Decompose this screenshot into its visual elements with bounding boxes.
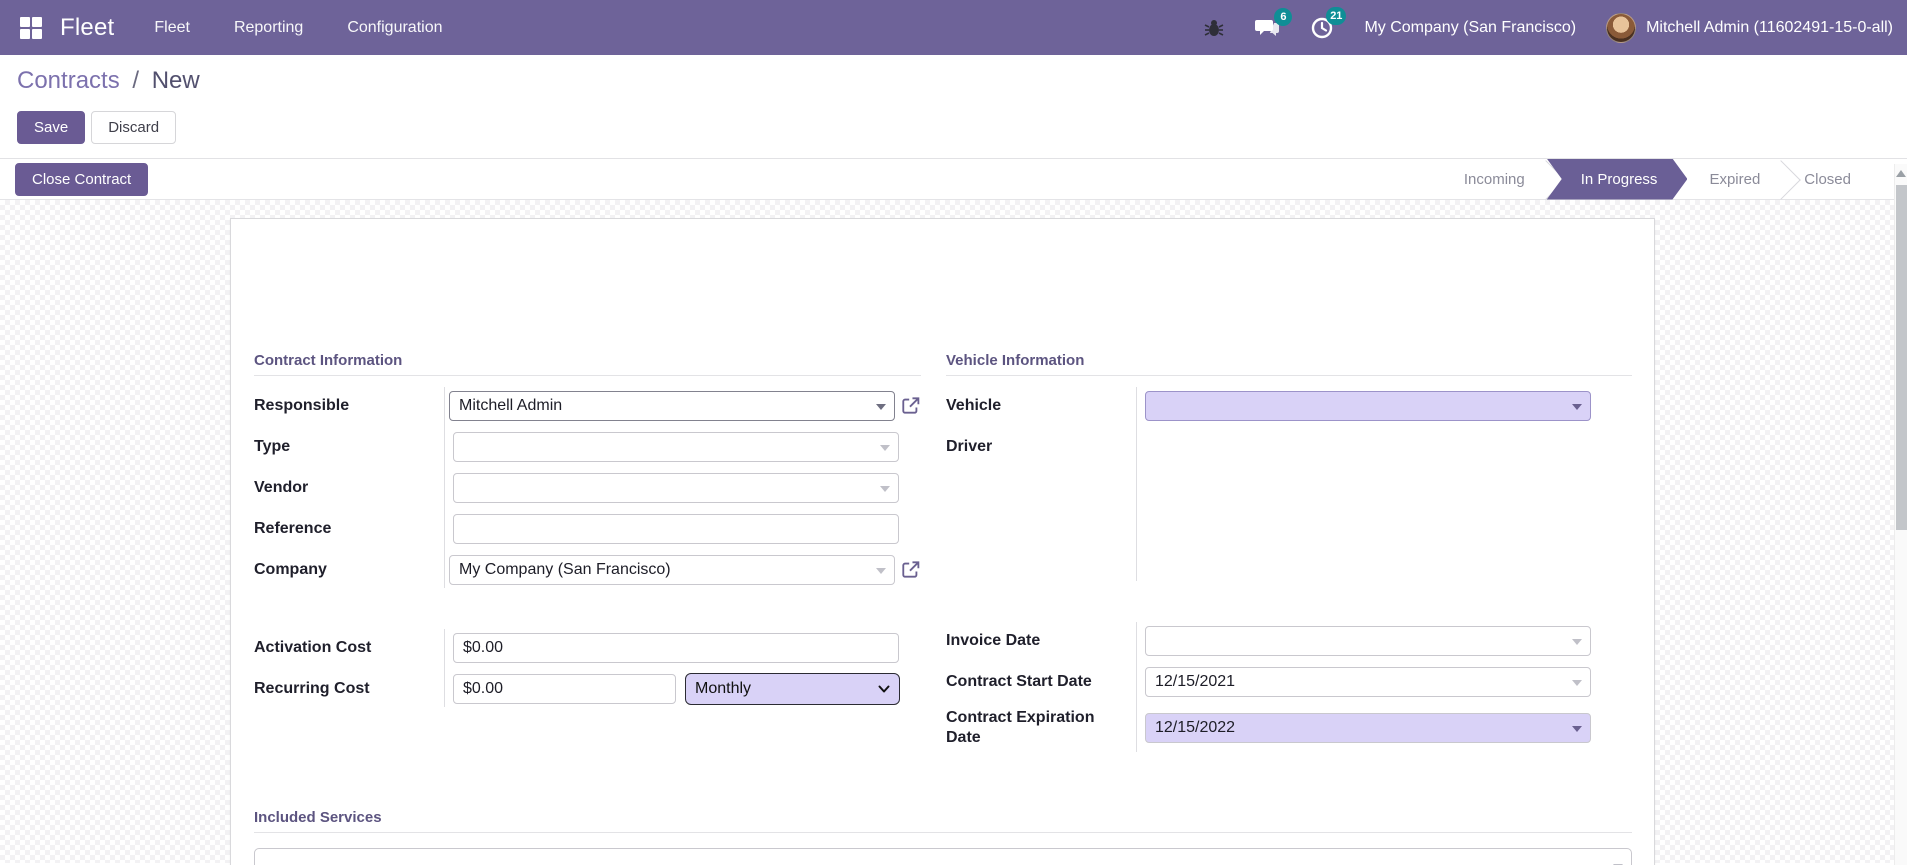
reference-input[interactable]	[453, 513, 899, 544]
scrollbar-up-arrow-icon[interactable]	[1896, 170, 1906, 177]
included-services-section: Included Services	[254, 809, 1632, 865]
messages-icon[interactable]: 6	[1254, 7, 1293, 39]
breadcrumb-separator: /	[132, 67, 140, 94]
field-label-recurring-cost: Recurring Cost	[254, 679, 370, 697]
invoice-date-input[interactable]	[1145, 625, 1591, 656]
status-step-in-progress[interactable]: In Progress	[1547, 159, 1688, 200]
field-label-vendor: Vendor	[254, 478, 309, 496]
breadcrumb: Contracts / New	[17, 67, 1891, 95]
field-row-responsible: Responsible	[254, 385, 921, 426]
field-label-company: Company	[254, 560, 327, 578]
company-switcher[interactable]: My Company (San Francisco)	[1364, 19, 1576, 37]
recurring-cost-input[interactable]	[453, 673, 676, 704]
vendor-input[interactable]	[453, 472, 899, 503]
field-row-contract-expiration-date: Contract Expiration Date	[946, 702, 1632, 754]
save-button[interactable]: Save	[17, 111, 86, 144]
activation-cost-input[interactable]	[453, 632, 899, 663]
field-row-driver: Driver	[946, 426, 1632, 467]
debug-bug-icon[interactable]	[1204, 18, 1224, 38]
field-label-contract-start-date: Contract Start Date	[946, 672, 1092, 690]
form-statusbar: Close Contract Incoming In Progress Expi…	[0, 158, 1907, 200]
field-label-driver: Driver	[946, 437, 993, 455]
app-title[interactable]: Fleet	[60, 14, 114, 42]
responsible-external-link-icon[interactable]	[900, 395, 921, 416]
contract-expiration-date-input[interactable]	[1145, 713, 1591, 743]
field-row-recurring-cost: Recurring Cost Monthly	[254, 668, 921, 709]
field-label-vehicle: Vehicle	[946, 396, 1002, 414]
messages-count-badge: 6	[1274, 7, 1293, 26]
apps-grid-icon[interactable]	[20, 16, 42, 39]
field-row-contract-start-date: Contract Start Date	[946, 661, 1632, 702]
field-row-activation-cost: Activation Cost	[254, 627, 921, 668]
status-step-incoming[interactable]: Incoming	[1442, 159, 1547, 200]
menu-configuration[interactable]: Configuration	[347, 19, 442, 37]
control-panel: Contracts / New Save Discard	[0, 55, 1907, 158]
cost-frequency-select[interactable]: Monthly	[685, 672, 900, 705]
field-label-invoice-date: Invoice Date	[946, 631, 1041, 649]
form-sheet: Contract Information Responsible Mitchel…	[230, 218, 1655, 865]
menu-reporting[interactable]: Reporting	[234, 19, 303, 37]
breadcrumb-current: New	[151, 67, 200, 94]
user-menu[interactable]: Mitchell Admin (11602491-15-0-all)	[1606, 12, 1893, 43]
top-navbar: Fleet Fleet Reporting Configuration 6 21…	[0, 0, 1907, 55]
menu-fleet[interactable]: Fleet	[154, 19, 190, 37]
vehicle-input[interactable]	[1145, 390, 1591, 421]
field-label-reference: Reference	[254, 519, 332, 537]
section-title-contract-information: Contract Information	[254, 352, 921, 376]
discard-button[interactable]: Discard	[91, 111, 177, 144]
activities-clock-icon[interactable]: 21	[1310, 6, 1347, 40]
field-row-reference: Reference	[254, 508, 921, 549]
field-label-activation-cost: Activation Cost	[254, 638, 372, 656]
section-title-included-services: Included Services	[254, 809, 1632, 833]
field-row-company: Company	[254, 549, 921, 590]
section-title-vehicle-information: Vehicle Information	[946, 352, 1632, 376]
scrollbar-thumb[interactable]	[1896, 185, 1907, 530]
field-row-vehicle: Vehicle	[946, 385, 1632, 426]
breadcrumb-contracts-link[interactable]: Contracts	[17, 67, 120, 94]
company-input[interactable]	[449, 554, 895, 585]
field-label-responsible: Responsible	[254, 396, 350, 414]
type-input[interactable]	[453, 431, 899, 462]
company-external-link-icon[interactable]	[900, 559, 921, 580]
status-steps: Incoming In Progress Expired Closed	[1442, 159, 1873, 200]
responsible-input[interactable]	[449, 390, 895, 421]
included-services-input[interactable]	[254, 848, 1632, 865]
field-label-type: Type	[254, 437, 291, 455]
contract-start-date-input[interactable]	[1145, 666, 1591, 697]
form-view-background: Contract Information Responsible Mitchel…	[0, 200, 1907, 865]
field-row-invoice-date: Invoice Date	[946, 620, 1632, 661]
activities-count-badge: 21	[1326, 6, 1347, 25]
field-row-type: Type	[254, 426, 921, 467]
vertical-scrollbar[interactable]	[1894, 164, 1907, 865]
user-name: Mitchell Admin (11602491-15-0-all)	[1646, 18, 1893, 36]
field-label-contract-expiration-date: Contract Expiration Date	[946, 709, 1095, 746]
close-contract-button[interactable]: Close Contract	[15, 162, 149, 196]
status-step-expired[interactable]: Expired	[1687, 159, 1782, 200]
field-row-vendor: Vendor	[254, 467, 921, 508]
user-avatar	[1606, 12, 1637, 43]
